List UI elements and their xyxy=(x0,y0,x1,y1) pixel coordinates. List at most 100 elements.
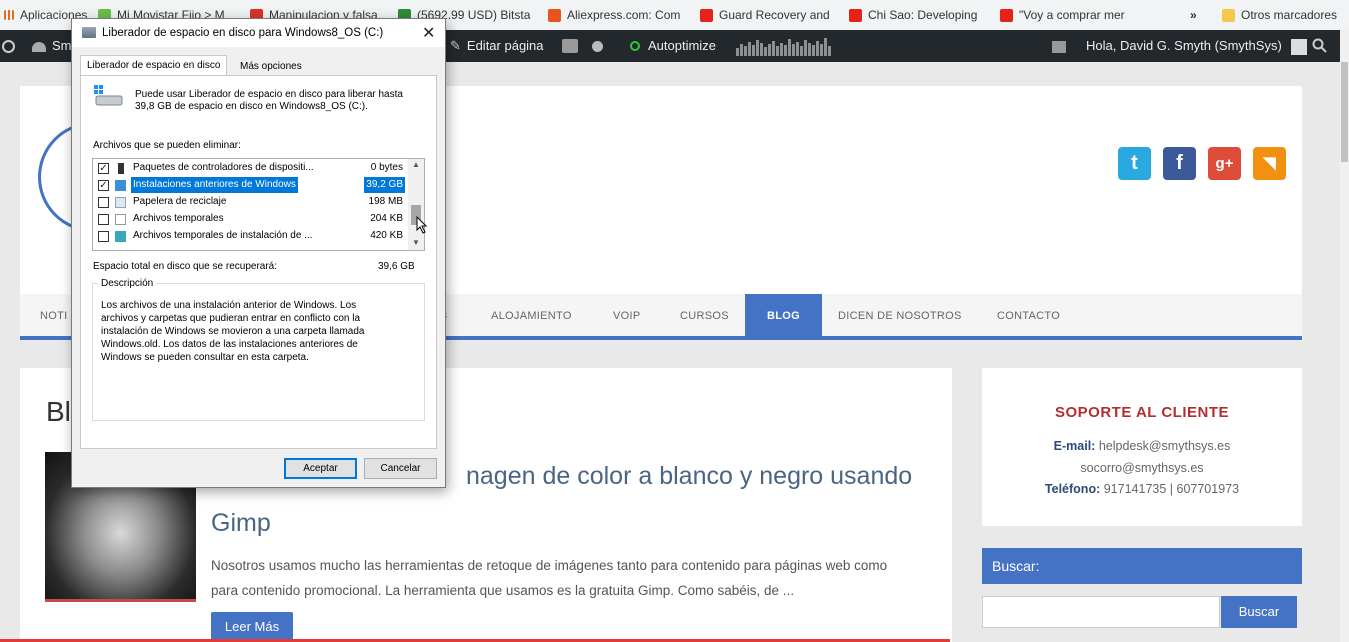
disk-cleanup-icon xyxy=(82,27,96,38)
apps-grid-icon xyxy=(4,10,14,20)
nav-item-dicen-de-nosotros[interactable]: DICEN DE NOSOTROS xyxy=(838,294,962,340)
list-item[interactable]: ✓ Paquetes de controladores de dispositi… xyxy=(93,160,407,177)
nav-item-alojamiento[interactable]: ALOJAMIENTO xyxy=(491,294,572,340)
search-title-label: Buscar: xyxy=(992,558,1040,574)
post-title[interactable]: nagen de color a blanco y negro usando xyxy=(466,462,912,491)
bookmark-label: Guard Recovery and xyxy=(719,8,830,22)
description-line: Windows.old. Los datos de las instalacio… xyxy=(101,339,358,350)
support-title: SOPORTE AL CLIENTE xyxy=(1054,404,1229,421)
nav-item-voip[interactable]: VOIP xyxy=(613,294,641,340)
bookmark-6[interactable]: Chi Sao: Developing xyxy=(849,0,985,30)
ok-label: Aceptar xyxy=(303,463,338,474)
dialog-title: Liberador de espacio en disco para Windo… xyxy=(102,27,384,39)
driver-package-icon xyxy=(118,163,124,174)
status-dot-icon[interactable] xyxy=(592,30,603,62)
other-bookmarks[interactable]: Otros marcadores xyxy=(1222,0,1337,30)
search-icon[interactable] xyxy=(1312,30,1328,62)
file-checkbox[interactable] xyxy=(98,231,109,242)
file-checkbox[interactable]: ✓ xyxy=(98,163,109,174)
page-scrollbar[interactable] xyxy=(1340,30,1349,642)
read-more-button[interactable]: Leer Más xyxy=(211,612,293,642)
setup-files-icon xyxy=(115,231,126,242)
document-icon xyxy=(115,214,126,225)
list-item[interactable]: Archivos temporales de instalación de ..… xyxy=(93,228,407,245)
description-legend: Descripción xyxy=(98,278,157,289)
cancel-button[interactable]: Cancelar xyxy=(364,458,437,479)
youtube-icon xyxy=(700,8,713,22)
post-excerpt-continued: para contenido promocional. La herramien… xyxy=(211,583,795,598)
more-label: » xyxy=(1190,8,1197,22)
google-plus-icon[interactable]: g+ xyxy=(1208,147,1241,180)
autoptimize-label: Autoptimize xyxy=(648,38,716,53)
scroll-up-icon[interactable]: ▲ xyxy=(412,160,420,169)
recycle-bin-icon xyxy=(115,197,126,208)
nav-item-blog[interactable]: BLOG xyxy=(745,294,822,340)
nav-label: CURSOS xyxy=(680,310,729,322)
search-button[interactable]: Buscar xyxy=(1221,596,1297,628)
nav-item-cursos[interactable]: CURSOS xyxy=(680,294,729,340)
file-checkbox[interactable]: ✓ xyxy=(98,180,109,191)
post-title-continued[interactable]: Gimp xyxy=(211,509,271,538)
youtube-icon xyxy=(1000,8,1013,22)
tab-disk-cleanup[interactable]: Liberador de espacio en disco xyxy=(80,55,228,76)
more-bookmarks-button[interactable]: » xyxy=(1190,0,1197,30)
file-size: 0 bytes xyxy=(370,162,403,173)
nav-label: ALOJAMIENTO xyxy=(491,310,572,322)
user-icon xyxy=(1052,40,1066,53)
description-line: Los archivos de una instalación anterior… xyxy=(101,300,357,311)
bookmark-4[interactable]: Aliexpress.com: Com xyxy=(548,0,688,30)
intro-text-continued: 39,8 GB de espacio en disco en Windows8_… xyxy=(135,101,368,112)
edit-page-label: Editar página xyxy=(466,38,544,53)
search-input[interactable] xyxy=(982,596,1220,628)
search-button-label: Buscar xyxy=(1238,604,1280,619)
avatar xyxy=(1291,38,1308,55)
wordpress-logo-icon[interactable] xyxy=(2,30,16,62)
read-more-label: Leer Más xyxy=(224,619,280,634)
stats-sparkline-icon[interactable] xyxy=(736,30,834,62)
site-name: Sm xyxy=(52,38,72,53)
nav-label: VOIP xyxy=(613,310,641,322)
file-size: 39,2 GB xyxy=(364,177,405,193)
file-checkbox[interactable] xyxy=(98,197,109,208)
file-name: Instalaciones anteriores de Windows xyxy=(131,177,298,193)
autoptimize-menu[interactable]: Autoptimize xyxy=(630,30,716,62)
files-label: Archivos que se pueden eliminar: xyxy=(93,140,241,151)
file-name: Archivos temporales xyxy=(133,213,224,224)
email-link[interactable]: helpdesk@smythsys.es xyxy=(1099,439,1231,453)
account-menu[interactable]: Hola, David G. Smyth (SmythSys) xyxy=(1052,30,1308,62)
scrollbar-thumb[interactable] xyxy=(1341,62,1348,162)
tab-more-options[interactable]: Más opciones xyxy=(234,57,308,77)
bookmark-5[interactable]: Guard Recovery and xyxy=(700,0,835,30)
nav-item-contacto[interactable]: CONTACTO xyxy=(997,294,1060,340)
site-name-link[interactable]: Sm xyxy=(32,30,72,62)
list-item[interactable]: ✓ Instalaciones anteriores de Windows 39… xyxy=(93,177,407,194)
files-list[interactable]: ✓ Paquetes de controladores de dispositi… xyxy=(92,158,425,251)
description-line: archivos y carpetas que pudieran entrar … xyxy=(101,313,361,324)
bookmark-label: "Voy a comprar mer xyxy=(1019,8,1125,22)
youtube-icon xyxy=(849,8,862,22)
close-icon[interactable]: ✕ xyxy=(422,23,435,43)
twitter-icon[interactable]: t xyxy=(1118,147,1151,180)
mouse-cursor-icon xyxy=(416,215,428,237)
email-label: E-mail: xyxy=(1053,439,1096,453)
file-checkbox[interactable] xyxy=(98,214,109,225)
scroll-down-icon[interactable]: ▼ xyxy=(412,238,420,247)
edit-page-link[interactable]: ✎ Editar página xyxy=(450,30,544,62)
bookmark-7[interactable]: "Voy a comprar mer xyxy=(1000,0,1140,30)
rss-icon[interactable]: ◥ xyxy=(1253,147,1286,180)
dashboard-icon xyxy=(32,41,46,52)
facebook-icon[interactable]: f xyxy=(1163,147,1196,180)
total-space-label: Espacio total en disco que se recuperará… xyxy=(93,261,277,272)
phone-number: 917141735 | 607701973 xyxy=(1103,482,1240,496)
bookmark-label: Aliexpress.com: Com xyxy=(567,8,681,22)
nav-item-noticias[interactable]: NOTI xyxy=(40,294,67,340)
ok-button[interactable]: Aceptar xyxy=(284,458,357,479)
dialog-titlebar[interactable]: Liberador de espacio en disco para Windo… xyxy=(72,19,445,47)
autoptimize-status-icon xyxy=(630,41,640,51)
total-space-value: 39,6 GB xyxy=(378,261,415,272)
list-item[interactable]: Archivos temporales 204 KB xyxy=(93,211,407,228)
list-item[interactable]: Papelera de reciclaje 198 MB xyxy=(93,194,407,211)
post-excerpt: Nosotros usamos mucho las herramientas d… xyxy=(211,558,888,573)
email-link-secondary[interactable]: socorro@smythsys.es xyxy=(982,461,1302,475)
yoast-icon[interactable] xyxy=(562,30,578,62)
